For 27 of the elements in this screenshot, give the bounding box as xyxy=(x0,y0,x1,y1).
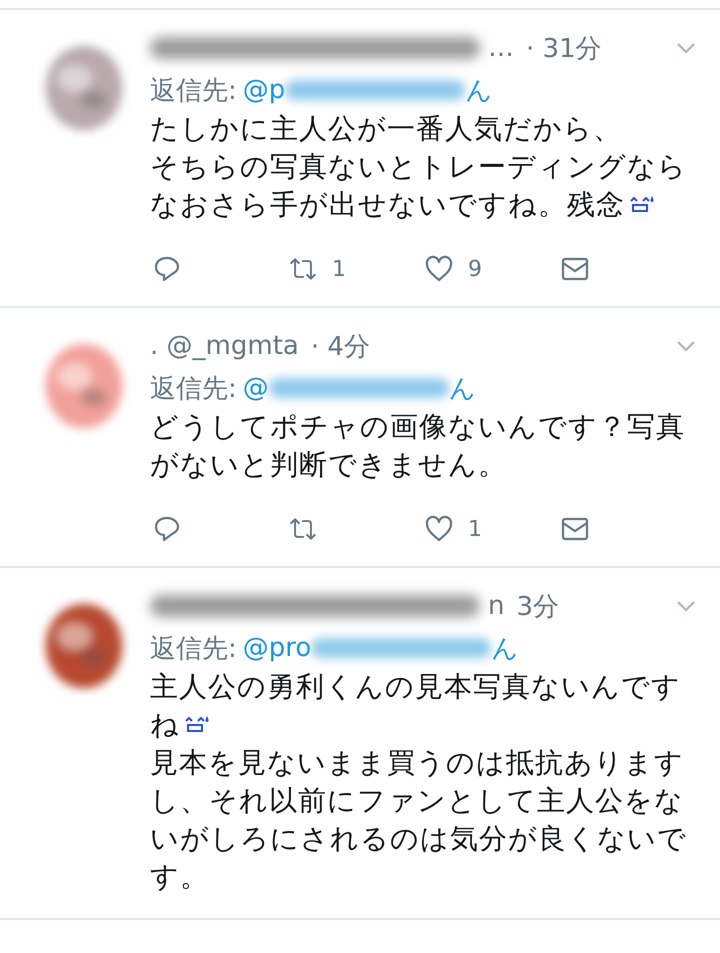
user-name: n xyxy=(488,591,504,621)
reply-handle[interactable]: @p xyxy=(242,75,286,105)
user-name: . @_mgmta xyxy=(150,331,299,361)
reply-label: 返信先: xyxy=(150,632,237,666)
reply-label: 返信先: xyxy=(150,74,237,108)
reply-label: 返信先: xyxy=(150,372,237,406)
reply-handle[interactable]: @ xyxy=(242,373,269,403)
reply-handle-end: ん xyxy=(491,632,518,666)
reply-handle-end: ん xyxy=(465,74,492,108)
heart-icon[interactable] xyxy=(424,254,454,284)
user-name: … xyxy=(488,33,514,63)
tweet-text: どうしてポチャの画像ないんです？写真がないと判断できません。 xyxy=(150,409,686,483)
reply-handle-end: ん xyxy=(448,372,476,406)
tweet-text: 主人公の勇利くんの見本写真ないんですね xyxy=(150,669,682,743)
reply-icon[interactable] xyxy=(152,514,182,544)
retweet-count: 1 xyxy=(332,256,346,282)
tweet-text: たしかに主人公が一番人気だから、 xyxy=(150,111,623,147)
like-count: 9 xyxy=(468,256,482,282)
like-count: 1 xyxy=(468,516,482,542)
reply-icon[interactable] xyxy=(152,254,182,284)
heart-icon[interactable] xyxy=(424,514,454,544)
timestamp: 3分 xyxy=(516,590,560,624)
reply-handle[interactable]: @pro xyxy=(242,633,312,663)
tweet-text: そちらの写真ないとトレーディングならなおさら手が出せないですね。残念 xyxy=(150,149,688,223)
timestamp: · 4分 xyxy=(310,330,370,364)
tweet-text: 見本を見ないまま買うのは抵抗ありますし、それ以前にファンとして主人公をないがしろにされるのは気分が良くないです。 xyxy=(150,745,688,895)
timestamp: · 31分 xyxy=(526,32,602,66)
